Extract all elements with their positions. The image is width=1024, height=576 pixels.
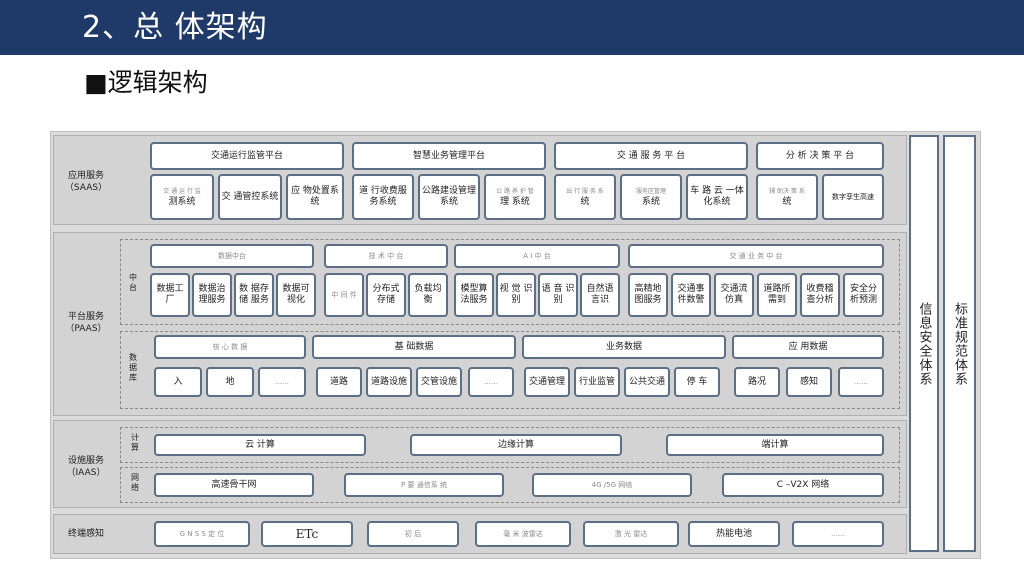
platform-box: 分 析 决 策 平 台 — [756, 142, 884, 170]
system-name: 理 系统 — [500, 197, 530, 207]
db-item: 感知 — [786, 367, 832, 397]
platform-box: 交通运行监管平台 — [150, 142, 344, 170]
ai-mid-item: 语 音 识别 — [538, 273, 578, 317]
terminal-layer: 终端感知 G N S S 定 位 ETc 初 后 毫 米 波雷达 激 光 雷达 … — [53, 514, 907, 554]
platform-box: 智慧业务管理平台 — [352, 142, 546, 170]
compute-item: 端计算 — [666, 434, 884, 456]
infra-layer: 设施服务（IAAS） 计算 云 计算 边缘计算 端计算 网络 高速骨干网 P 要… — [53, 420, 907, 508]
data-mid-item: 数据工厂 — [150, 273, 190, 317]
db-item: 公共交通 — [624, 367, 670, 397]
db-group-box: 核 心 数 据 — [154, 335, 306, 359]
db-item: 停 车 — [674, 367, 720, 397]
db-item: …… — [838, 367, 884, 397]
compute-item: 云 计算 — [154, 434, 366, 456]
system-box: 辅 助决 策 系 统 — [756, 174, 818, 220]
system-box: 交 通 运 行 监 测系统 — [150, 174, 214, 220]
ai-mid-item: 自然语言识 — [580, 273, 620, 317]
group-box: 交 通 业 务 中 台 — [628, 244, 884, 268]
data-mid-item: 数据可视化 — [276, 273, 316, 317]
compute-item: 边缘计算 — [410, 434, 622, 456]
db-item: 行业监管 — [574, 367, 620, 397]
info-security-column: 信息安全体系 — [909, 135, 939, 552]
terminal-item: G N S S 定 位 — [154, 521, 250, 547]
database-label: 数据库 — [129, 353, 137, 382]
group-box: A I 中 台 — [454, 244, 620, 268]
network-item: 4G /5G 网络 — [532, 473, 692, 497]
standards-label: 标准规范体系 — [952, 301, 967, 386]
system-name: 测系统 — [168, 197, 196, 207]
db-item: 道路 — [316, 367, 362, 397]
platform-layer: 平台服务（PAAS） 中台 数据中台 技 术 中 台 A I 中 台 交 通 业… — [53, 232, 907, 416]
biz-mid-item: 收费稽查分析 — [800, 273, 840, 317]
middle-label: 中台 — [129, 273, 137, 292]
db-item: 入 — [154, 367, 202, 397]
group-box: 技 术 中 台 — [324, 244, 448, 268]
page-title: 2、总 体架构 — [82, 10, 268, 45]
infra-layer-label: 设施服务（IAAS） — [66, 456, 106, 478]
system-box: 出 行 服 务 系 统 — [554, 174, 616, 220]
ai-mid-item: 模型算法服务 — [454, 273, 494, 317]
system-pre: 公 路 养 护 管 — [496, 188, 534, 195]
db-item: …… — [468, 367, 514, 397]
compute-label: 计算 — [131, 433, 139, 452]
tech-mid-item: 分布式存储 — [366, 273, 406, 317]
system-name: 统 — [782, 197, 792, 207]
network-item: C –V2X 网络 — [722, 473, 884, 497]
ai-mid-item: 视 觉 识别 — [496, 273, 536, 317]
db-item: 交管设施 — [416, 367, 462, 397]
db-item: 地 — [206, 367, 254, 397]
system-box: 服务区管理 系统 — [620, 174, 682, 220]
network-item: P 要 通信系 统 — [344, 473, 504, 497]
network-item: 高速骨干网 — [154, 473, 314, 497]
terminal-item: 毫 米 波雷达 — [475, 521, 571, 547]
tech-mid-item: 中 间 件 — [324, 273, 364, 317]
header-bar: 2、总 体架构 — [0, 0, 1024, 55]
terminal-item: 热能电池 — [688, 521, 780, 547]
group-box: 数据中台 — [150, 244, 314, 268]
architecture-diagram: 应用服务（SAAS） 交通运行监管平台 智慧业务管理平台 交 通 服 务 平 台… — [50, 131, 981, 559]
db-group-box: 基 础数据 — [312, 335, 516, 359]
system-box: 应 物处置系统 — [286, 174, 344, 220]
biz-mid-item: 高精地图服务 — [628, 273, 668, 317]
system-box: 公 路 养 护 管 理 系统 — [484, 174, 546, 220]
biz-mid-item: 安全分析预测 — [843, 273, 884, 317]
system-pre: 服务区管理 — [635, 188, 666, 195]
biz-mid-item: 交通流仿真 — [714, 273, 754, 317]
terminal-item: 激 光 雷达 — [583, 521, 679, 547]
terminal-item: …… — [792, 521, 884, 547]
db-group-box: 业务数据 — [522, 335, 726, 359]
system-box: 车 路 云 一体化系统 — [686, 174, 748, 220]
standards-column: 标准规范体系 — [943, 135, 976, 552]
db-item: 道路设施 — [366, 367, 412, 397]
db-group-box: 应 用数据 — [732, 335, 884, 359]
db-item: 路况 — [734, 367, 780, 397]
platform-box: 交 通 服 务 平 台 — [554, 142, 748, 170]
terminal-item: ETc — [261, 521, 353, 547]
data-mid-item: 数据治理服务 — [192, 273, 232, 317]
platform-layer-label: 平台服务（PAAS） — [65, 312, 107, 334]
db-item: …… — [258, 367, 306, 397]
system-box: 公路建设管理系统 — [418, 174, 480, 220]
system-box: 交 通管控系统 — [218, 174, 282, 220]
biz-mid-item: 交通事件数警 — [671, 273, 711, 317]
system-name: 系统 — [641, 197, 660, 207]
tech-mid-item: 负载均衡 — [408, 273, 448, 317]
terminal-layer-label: 终端感知 — [67, 529, 104, 539]
biz-mid-item: 道路所需到 — [757, 273, 797, 317]
db-item: 交通管理 — [524, 367, 570, 397]
system-name: 统 — [580, 197, 590, 207]
section-subtitle: ■逻辑架构 — [84, 68, 208, 97]
system-box: 数字孪生高速 — [822, 174, 884, 220]
system-pre: 辅 助决 策 系 — [769, 188, 805, 195]
data-mid-item: 数 据存储 服务 — [234, 273, 274, 317]
system-pre: 出 行 服 务 系 — [566, 188, 604, 195]
system-pre: 交 通 运 行 监 — [163, 188, 201, 195]
app-layer-label: 应用服务（SAAS） — [64, 171, 108, 193]
terminal-item: 初 后 — [367, 521, 459, 547]
system-box: 道 行收费服务系统 — [352, 174, 414, 220]
app-layer: 应用服务（SAAS） 交通运行监管平台 智慧业务管理平台 交 通 服 务 平 台… — [53, 135, 907, 225]
network-label: 网络 — [131, 473, 139, 492]
info-security-label: 信息安全体系 — [916, 301, 932, 386]
